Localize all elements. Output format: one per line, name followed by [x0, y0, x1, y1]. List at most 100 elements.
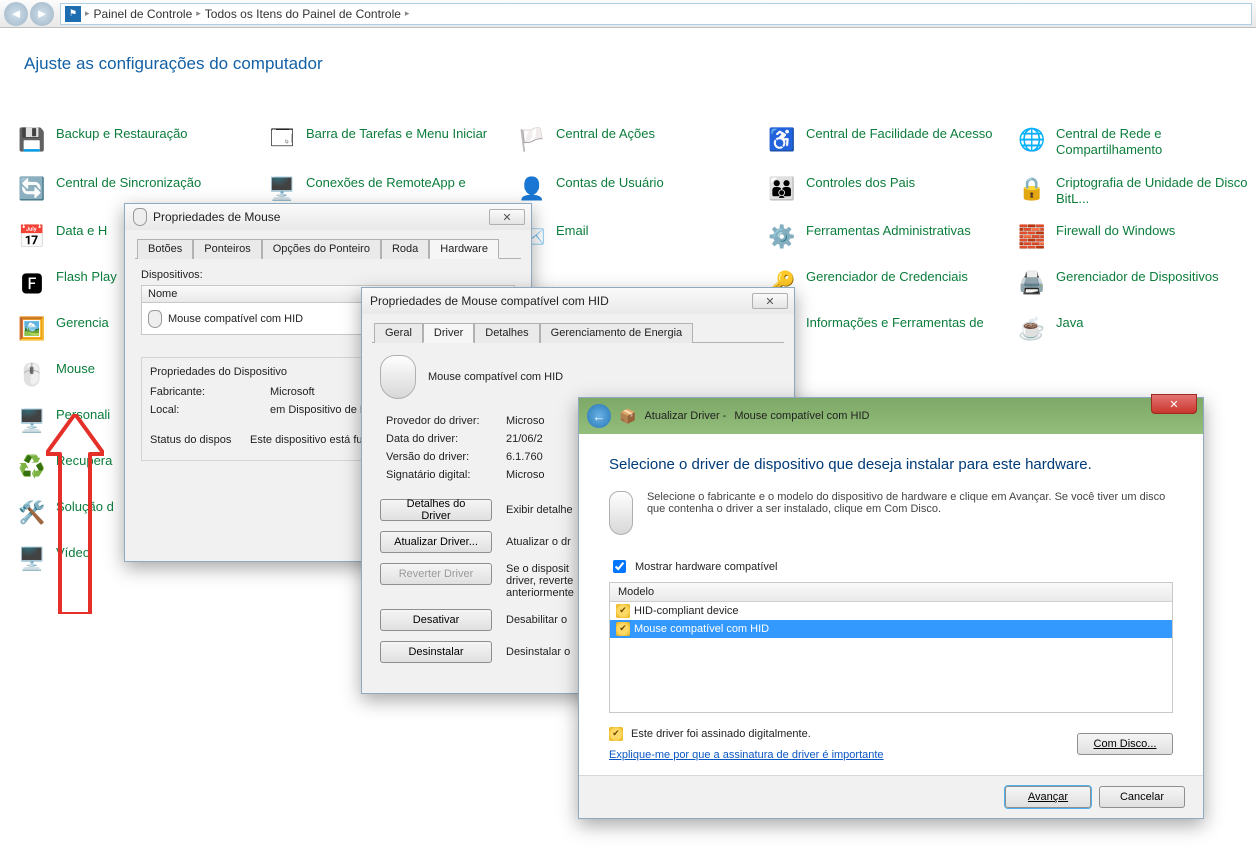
revert-driver-desc: Se o disposit driver, reverte anteriorme… — [506, 563, 574, 599]
cp-item-label: Personali — [56, 405, 110, 423]
cp-item-icon: 🖨️ — [1016, 267, 1048, 299]
next-button[interactable]: Avançar — [1005, 786, 1091, 808]
control-panel-item[interactable]: 💾Backup e Restauração — [16, 124, 260, 159]
cp-item-label: Barra de Tarefas e Menu Iniciar — [306, 124, 487, 142]
tab-geral[interactable]: Geral — [374, 323, 423, 343]
control-panel-item[interactable]: 🌐Central de Rede e Compartilhamento — [1016, 124, 1256, 159]
disable-button[interactable]: Desativar — [380, 609, 492, 631]
driver-details-desc: Exibir detalhe — [506, 504, 573, 516]
wizard-header: ← 📦 Atualizar Driver - Mouse compatível … — [579, 398, 1203, 434]
status-value: Este dispositivo está funci — [250, 434, 377, 446]
driver-version-label: Versão do driver: — [386, 451, 506, 463]
uninstall-desc: Desinstalar o — [506, 646, 570, 658]
have-disk-button[interactable]: Com Disco... — [1077, 733, 1173, 755]
control-panel-item[interactable]: 🖨️Gerenciador de Dispositivos — [1016, 267, 1256, 299]
cp-item-label: Informações e Ferramentas de — [806, 313, 984, 331]
control-panel-item[interactable]: 🔄Central de Sincronização — [16, 173, 260, 208]
tabs: BotõesPonteirosOpções do PonteiroRodaHar… — [135, 238, 521, 259]
cp-item-icon: ☕ — [1016, 313, 1048, 345]
model-label: Mouse compatível com HID — [634, 623, 769, 635]
tab-ponteiros[interactable]: Ponteiros — [193, 239, 261, 259]
control-panel-item[interactable]: 🏳️ Central de Ações — [516, 124, 760, 159]
control-panel-item[interactable]: 👪Controles dos Pais — [766, 173, 1010, 208]
control-panel-item[interactable]: 🧱Firewall do Windows — [1016, 221, 1256, 253]
breadcrumb-2[interactable]: Todos os Itens do Painel de Controle — [205, 7, 401, 21]
driver-details-button[interactable]: Detalhes do Driver — [380, 499, 492, 521]
cert-icon: ✔ — [609, 727, 623, 741]
chevron-right-icon: ▸ — [85, 8, 90, 19]
control-panel-item[interactable]: 🔒Criptografia de Unidade de Disco BitL..… — [1016, 173, 1256, 208]
revert-driver-button[interactable]: Reverter Driver — [380, 563, 492, 585]
update-driver-button[interactable]: Atualizar Driver... — [380, 531, 492, 553]
control-panel-item[interactable]: ℹ️Informações e Ferramentas de — [766, 313, 1010, 345]
cp-item-label: Central de Rede e Compartilhamento — [1056, 124, 1256, 159]
cp-item-label: Flash Play — [56, 267, 117, 285]
signed-help-link[interactable]: Explique-me por que a assinatura de driv… — [609, 749, 884, 761]
close-button[interactable]: ✕ — [1151, 394, 1197, 414]
cp-item-label: Solução d — [56, 497, 114, 515]
breadcrumb-1[interactable]: Painel de Controle — [94, 7, 193, 21]
update-driver-desc: Atualizar o dr — [506, 536, 571, 548]
driver-version-value: 6.1.760 — [506, 451, 543, 463]
address-bar[interactable]: ⚑ ▸ Painel de Controle ▸ Todos os Itens … — [60, 3, 1252, 25]
cp-item-icon: 🧱 — [1016, 221, 1048, 253]
close-button[interactable]: ✕ — [489, 209, 525, 225]
cp-item-label: Controles dos Pais — [806, 173, 915, 191]
control-panel-item[interactable]: 🗔 Barra de Tarefas e Menu Iniciar — [266, 124, 510, 159]
model-item[interactable]: ✔ HID-compliant device — [610, 602, 1172, 620]
cp-item-icon: 🛠️ — [16, 497, 48, 529]
control-panel-item[interactable]: ☕Java — [1016, 313, 1256, 345]
model-item-selected[interactable]: ✔ Mouse compatível com HID — [610, 620, 1172, 638]
back-button[interactable]: ← — [587, 404, 611, 428]
cp-item-label: Contas de Usuário — [556, 173, 664, 191]
cp-item-icon: 📅 — [16, 221, 48, 253]
device-heading: Mouse compatível com HID — [428, 371, 563, 383]
control-panel-item[interactable]: 🖥️Conexões de RemoteApp e — [266, 173, 510, 208]
mouse-icon — [133, 208, 147, 226]
cp-item-icon: 🗔 — [266, 124, 298, 156]
control-panel-item[interactable]: ⚙️Ferramentas Administrativas — [766, 221, 1010, 253]
signer-value: Microso — [506, 469, 545, 481]
close-button[interactable]: ✕ — [752, 293, 788, 309]
cp-item-icon: 🖱️ — [16, 359, 48, 391]
wizard-icon: 📦 — [619, 408, 636, 425]
uninstall-button[interactable]: Desinstalar — [380, 641, 492, 663]
cancel-button[interactable]: Cancelar — [1099, 786, 1185, 808]
signer-label: Signatário digital: — [386, 469, 506, 481]
dialog-titlebar: Propriedades de Mouse compatível com HID… — [362, 288, 794, 314]
wizard-title-device: Mouse compatível com HID — [734, 410, 869, 422]
tab-driver[interactable]: Driver — [423, 323, 474, 343]
forward-button[interactable]: ► — [30, 2, 54, 26]
cp-item-icon: 🅵 — [16, 267, 48, 299]
show-compat-checkbox[interactable] — [613, 560, 626, 573]
cp-item-label: Email — [556, 221, 589, 239]
tab-hardware[interactable]: Hardware — [429, 239, 499, 259]
tab-detalhes[interactable]: Detalhes — [474, 323, 539, 343]
control-panel-item[interactable]: 🔑Gerenciador de Credenciais — [766, 267, 1010, 299]
tab-opções-do-ponteiro[interactable]: Opções do Ponteiro — [262, 239, 381, 259]
cp-item-icon: 🖥️ — [16, 543, 48, 575]
cp-item-label: Recupera — [56, 451, 112, 469]
cp-item-label: Central de Sincronização — [56, 173, 201, 191]
cp-item-icon: ⚙️ — [766, 221, 798, 253]
device-name: Mouse compatível com HID — [168, 313, 303, 325]
control-panel-item[interactable]: ✉️Email — [516, 221, 760, 253]
cp-item-label: Gerencia — [56, 313, 109, 331]
control-panel-item[interactable]: ♿Central de Facilidade de Acesso — [766, 124, 1010, 159]
cp-item-label: Central de Ações — [556, 124, 655, 142]
tab-roda[interactable]: Roda — [381, 239, 429, 259]
devices-label: Dispositivos: — [141, 269, 515, 281]
cp-item-label: Central de Facilidade de Acesso — [806, 124, 992, 142]
tab-botões[interactable]: Botões — [137, 239, 193, 259]
tab-gerenciamento-de-energia[interactable]: Gerenciamento de Energia — [540, 323, 693, 343]
cp-item-icon: 🔒 — [1016, 173, 1048, 205]
cp-item-label: Conexões de RemoteApp e — [306, 173, 466, 191]
back-button[interactable]: ◄ — [4, 2, 28, 26]
control-panel-item[interactable]: 👤Contas de Usuário — [516, 173, 760, 208]
cp-item-icon: 🏳️ — [516, 124, 548, 156]
cp-item-icon: 🖥️ — [16, 405, 48, 437]
show-compat-label: Mostrar hardware compatível — [635, 561, 777, 573]
model-header: Modelo — [610, 583, 1172, 602]
chevron-right-icon: ▸ — [405, 8, 410, 19]
cert-icon: ✔ — [616, 604, 630, 618]
